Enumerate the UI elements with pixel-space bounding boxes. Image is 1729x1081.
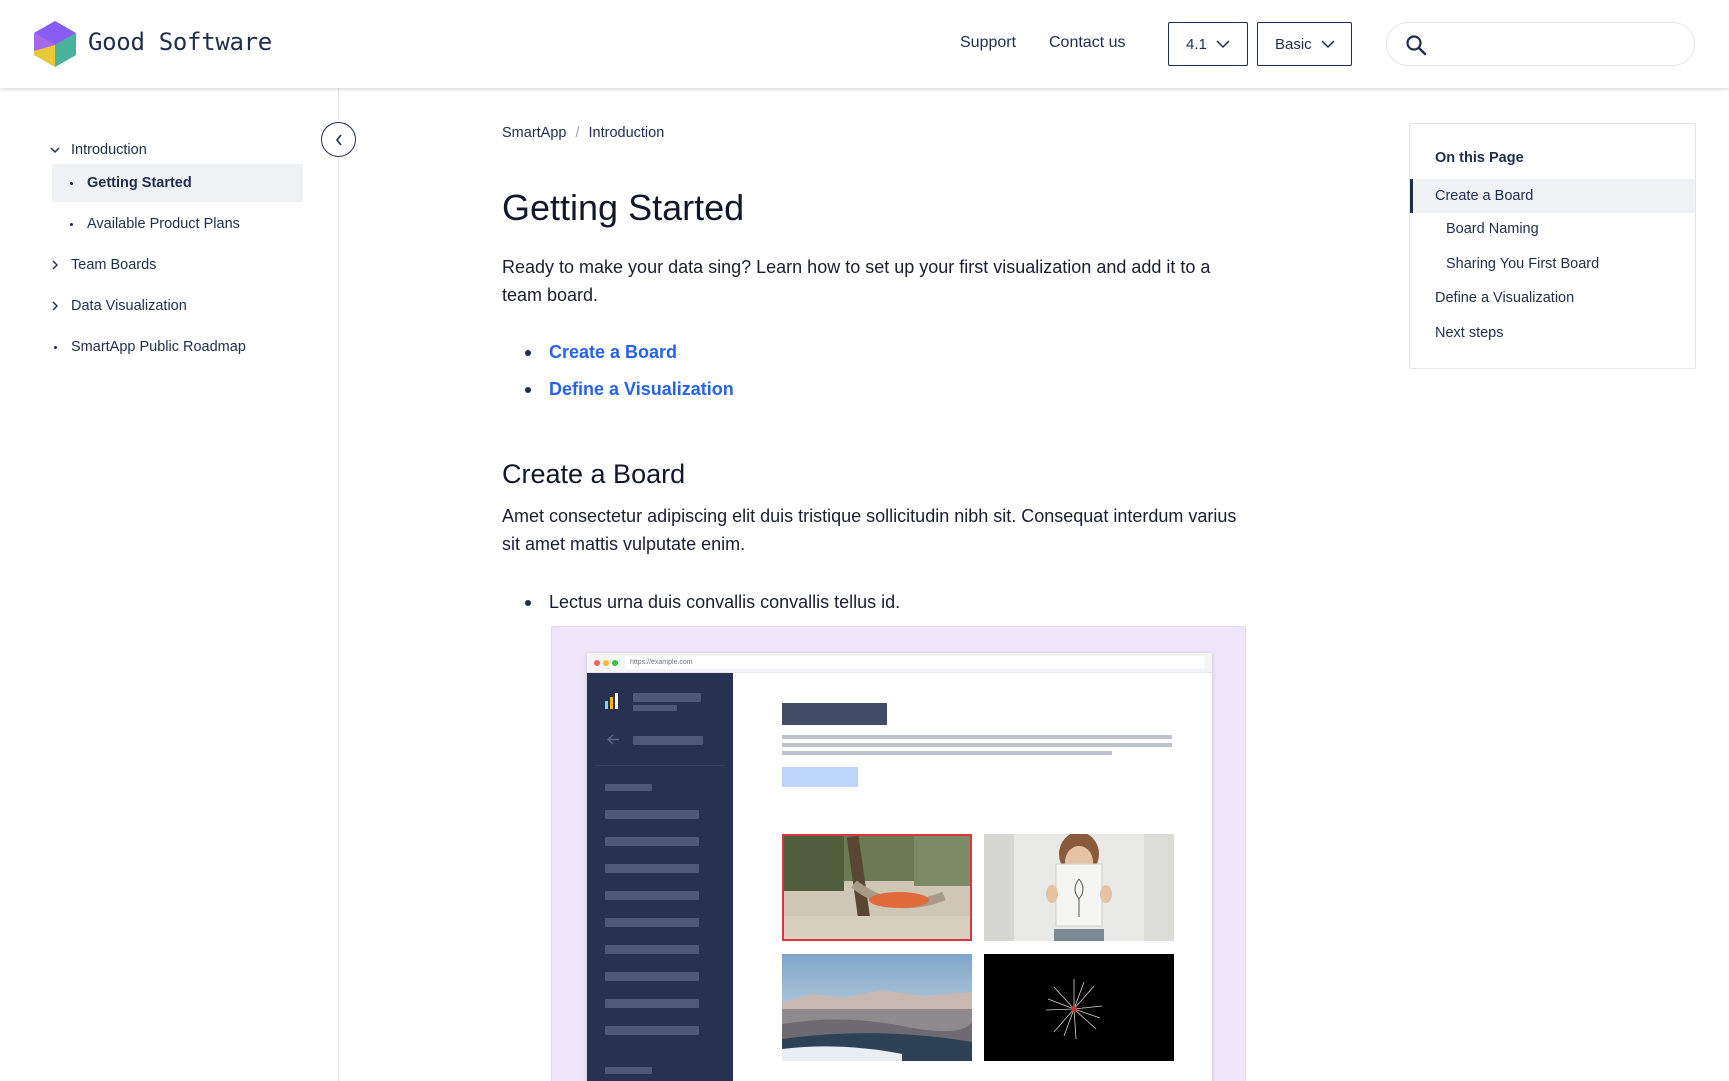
mock-bar	[605, 837, 699, 846]
search-icon[interactable]	[1405, 34, 1427, 56]
section-heading: Create a Board	[502, 459, 686, 489]
search-input[interactable]	[1437, 31, 1677, 59]
breadcrumb-separator: /	[575, 125, 580, 141]
toc-item-sharing-board[interactable]: Sharing You First Board	[1446, 256, 1599, 272]
mock-bar	[605, 784, 652, 791]
mock-bar	[605, 999, 699, 1008]
brand-name[interactable]: Good Software	[88, 28, 272, 56]
bullet-dot-icon	[525, 349, 531, 356]
mock-heading-block	[782, 703, 887, 725]
collapse-sidebar-button[interactable]	[321, 122, 356, 157]
photo-fireworks-image	[984, 954, 1174, 1061]
mock-bar	[605, 864, 699, 873]
mock-bar	[633, 736, 703, 745]
mock-bar	[633, 693, 701, 702]
sidebar-item-getting-started[interactable]: Getting Started	[52, 164, 303, 202]
toc-item-create-board[interactable]: Create a Board	[1410, 179, 1695, 213]
plan-select[interactable]: Basic	[1257, 22, 1352, 66]
chevron-down-icon	[1321, 39, 1335, 48]
section-bullet-text: Lectus urna duis convallis convallis tel…	[549, 592, 901, 612]
mock-bar	[605, 972, 699, 981]
logo-icon[interactable]	[34, 21, 76, 67]
app-screenshot-illustration: https://example.com	[551, 626, 1246, 1081]
minimize-dot-icon	[603, 660, 609, 666]
link-label[interactable]: Create a Board	[549, 342, 677, 363]
toc-heading: On this Page	[1435, 150, 1524, 166]
mock-text-line	[782, 751, 1112, 755]
sidebar-item-team-boards[interactable]: Team Boards	[48, 246, 156, 284]
mock-bar	[605, 810, 699, 819]
toc-item-define-visualization[interactable]: Define a Visualization	[1435, 290, 1574, 306]
version-select-value: 4.1	[1186, 35, 1207, 53]
bar-chart-icon	[605, 693, 618, 709]
mock-text-line	[782, 743, 1172, 747]
arrow-left-icon	[607, 734, 619, 745]
bullet-dot-icon	[48, 345, 62, 349]
toc-item-board-naming[interactable]: Board Naming	[1446, 221, 1539, 237]
photo-hammock-image	[782, 834, 972, 941]
breadcrumb-item-introduction[interactable]: Introduction	[589, 125, 665, 141]
mock-browser-bar: https://example.com	[587, 653, 1212, 673]
sidebar-item-data-visualization[interactable]: Data Visualization	[48, 287, 187, 325]
close-dot-icon	[594, 660, 600, 666]
maximize-dot-icon	[612, 660, 618, 666]
sidebar-item-label: Team Boards	[71, 257, 157, 273]
mock-bar	[605, 891, 699, 900]
chevron-right-icon[interactable]	[48, 260, 62, 270]
top-header: Good Software Support Contact us 4.1 Bas…	[0, 0, 1729, 88]
link-create-board[interactable]: Create a Board	[525, 342, 677, 363]
page-title: Getting Started	[502, 187, 745, 228]
chevron-down-icon[interactable]	[48, 147, 62, 154]
bullet-dot-icon	[64, 181, 78, 185]
mock-bar	[605, 918, 699, 927]
sidebar-item-label: SmartApp Public Roadmap	[71, 339, 246, 355]
mock-bar	[633, 705, 677, 711]
section-paragraph: Amet consectetur adipiscing elit duis tr…	[502, 506, 1237, 554]
breadcrumb: SmartApp / Introduction	[502, 125, 664, 141]
photo-landscape-image	[782, 954, 972, 1061]
sidebar-item-label: Data Visualization	[71, 298, 187, 314]
chevron-right-icon[interactable]	[48, 301, 62, 311]
chevron-left-icon	[335, 134, 342, 145]
left-sidebar: Introduction Getting Started Available P…	[0, 88, 339, 1081]
sidebar-item-roadmap[interactable]: SmartApp Public Roadmap	[48, 328, 246, 366]
link-label[interactable]: Define a Visualization	[549, 379, 734, 400]
toc-panel: On this Page Create a Board Board Naming…	[1409, 123, 1696, 369]
sidebar-item-label: Getting Started	[87, 175, 192, 191]
bullet-dot-icon	[525, 599, 531, 606]
bullet-dot-icon	[525, 386, 531, 393]
link-define-visualization[interactable]: Define a Visualization	[525, 379, 734, 400]
photo-drawing-image	[984, 834, 1174, 941]
mock-url-field: https://example.com	[625, 656, 1205, 669]
chevron-down-icon	[1216, 39, 1230, 48]
version-select[interactable]: 4.1	[1168, 22, 1248, 66]
bullet-dot-icon	[64, 222, 78, 226]
mock-text-line	[782, 735, 1172, 739]
search-box[interactable]	[1386, 22, 1695, 66]
toc-item-next-steps[interactable]: Next steps	[1435, 325, 1504, 341]
nav-support-link[interactable]: Support	[960, 34, 1016, 52]
intro-paragraph: Ready to make your data sing? Learn how …	[502, 257, 1211, 305]
sidebar-item-product-plans[interactable]: Available Product Plans	[64, 205, 240, 243]
mock-bar	[605, 945, 699, 954]
plan-select-value: Basic	[1275, 35, 1312, 53]
nav-contact-link[interactable]: Contact us	[1049, 34, 1125, 52]
mock-bar	[605, 1026, 699, 1035]
mock-bar	[605, 1067, 652, 1074]
mock-app-sidebar	[587, 673, 733, 1081]
breadcrumb-item-smartapp[interactable]: SmartApp	[502, 125, 566, 141]
sidebar-item-label: Available Product Plans	[87, 216, 240, 232]
mock-button-block	[782, 767, 858, 787]
sidebar-item-label: Introduction	[71, 142, 147, 158]
mock-browser-window: https://example.com	[587, 653, 1212, 1081]
section-bullet-item: Lectus urna duis convallis convallis tel…	[525, 592, 900, 613]
